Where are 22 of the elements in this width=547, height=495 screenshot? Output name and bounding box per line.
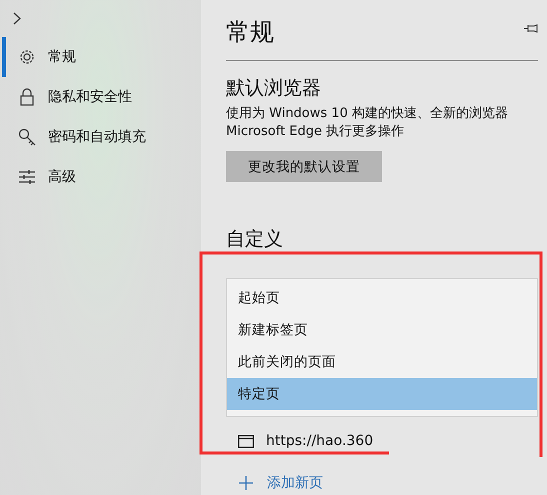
settings-icon — [18, 48, 36, 66]
window-icon — [238, 434, 254, 448]
sidebar-item[interactable]: 密码和自动填充 — [2, 117, 201, 157]
key-icon — [18, 128, 36, 146]
expand-icon[interactable] — [13, 12, 21, 25]
dropdown-option[interactable]: 新建标签页 — [227, 314, 537, 346]
page-url: https://hao.360 — [266, 433, 374, 449]
dropdown-option[interactable]: 起始页 — [227, 282, 537, 314]
plus-icon — [239, 476, 253, 490]
sidebar-item[interactable]: 高级 — [2, 157, 201, 197]
page-title: 常规 — [226, 17, 274, 48]
description-text: 使用为 Windows 10 构建的快速、全新的浏览器 Microsoft Edge 执行更多操作 — [226, 105, 508, 141]
section-heading: 自定义 — [226, 227, 283, 252]
dropdown-option[interactable]: 特定页 — [227, 378, 537, 410]
default-settings-button[interactable]: 更改我的默认设置 — [226, 151, 382, 182]
lock-icon — [18, 88, 36, 106]
sidebar-item[interactable]: 隐私和安全性 — [2, 77, 201, 117]
pin-icon[interactable] — [524, 24, 538, 32]
section-heading: 默认浏览器 — [226, 76, 321, 101]
add-page-link[interactable]: 添加新页 — [239, 474, 323, 492]
sliders-icon — [18, 168, 36, 186]
dropdown-option[interactable]: 此前关闭的页面 — [227, 346, 537, 378]
